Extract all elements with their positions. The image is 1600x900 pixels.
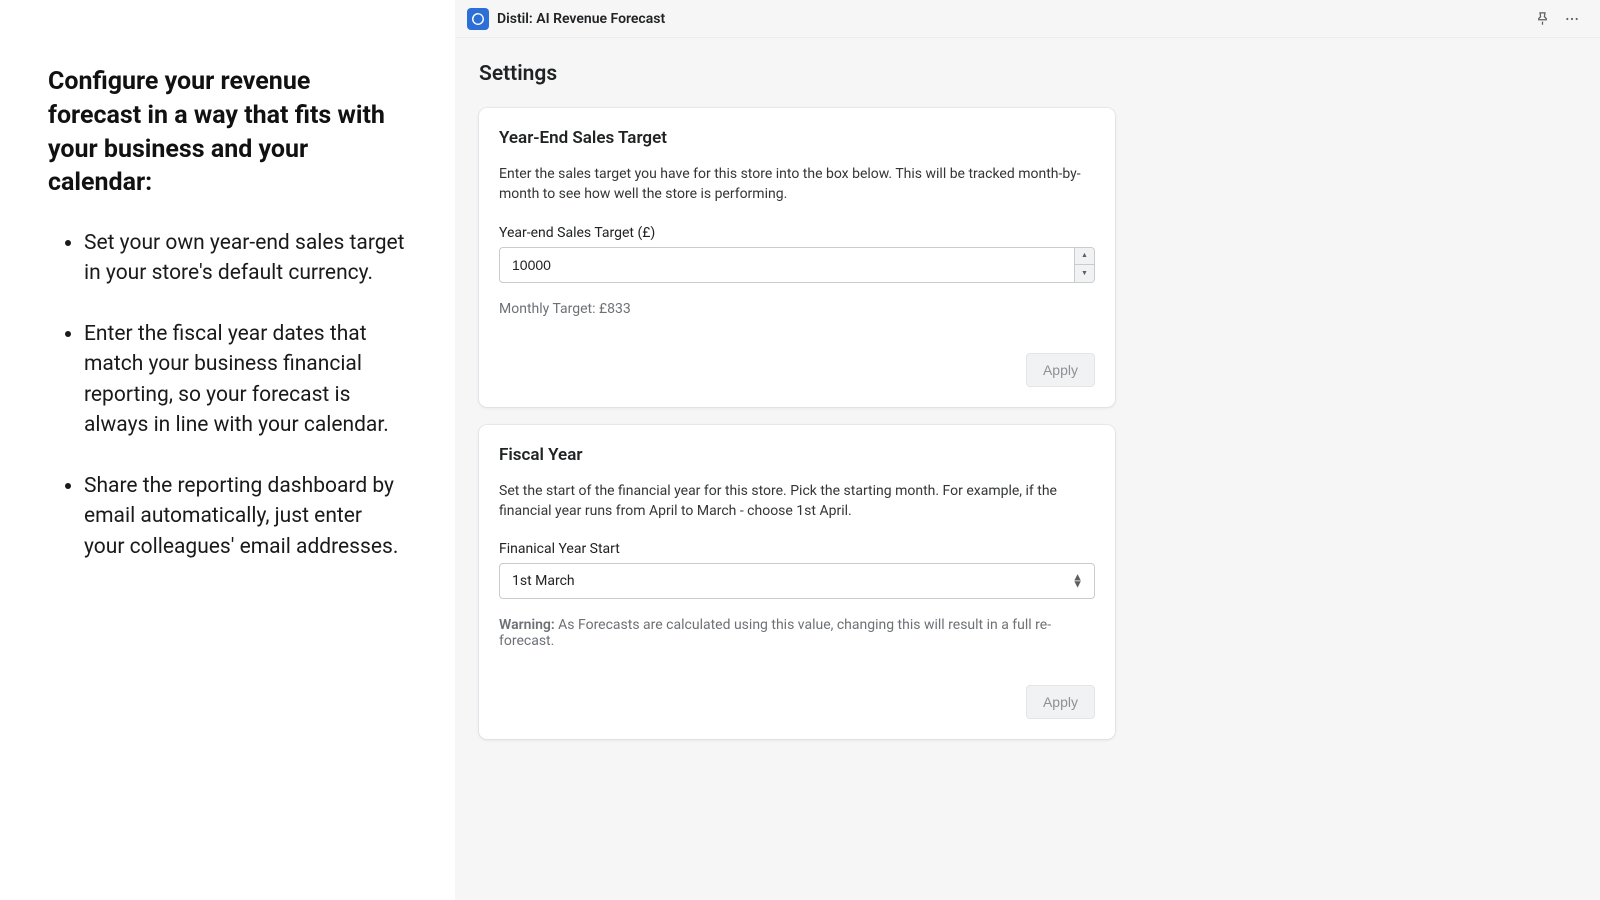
marketing-bullet: Share the reporting dashboard by email a… xyxy=(84,471,407,562)
sales-target-label: Year-end Sales Target (£) xyxy=(499,225,1095,241)
stepper-down-icon[interactable]: ▼ xyxy=(1074,265,1094,282)
app-frame: Distil: AI Revenue Forecast Settings Yea… xyxy=(455,0,1600,900)
marketing-bullet-list: Set your own year-end sales target in yo… xyxy=(48,228,407,562)
apply-button[interactable]: Apply xyxy=(1026,353,1095,387)
warning-body: As Forecasts are calculated using this v… xyxy=(499,617,1051,649)
app-title: Distil: AI Revenue Forecast xyxy=(497,11,665,27)
marketing-sidebar: Configure your revenue forecast in a way… xyxy=(0,0,455,900)
card-description: Set the start of the financial year for … xyxy=(499,481,1095,522)
more-icon[interactable] xyxy=(1564,11,1580,27)
pin-icon[interactable] xyxy=(1535,11,1550,26)
year-end-target-card: Year-End Sales Target Enter the sales ta… xyxy=(479,108,1115,407)
fiscal-warning: Warning: As Forecasts are calculated usi… xyxy=(499,617,1095,649)
marketing-bullet: Set your own year-end sales target in yo… xyxy=(84,228,407,289)
fiscal-year-select[interactable]: 1st March xyxy=(499,563,1095,599)
app-logo-icon xyxy=(467,8,489,30)
marketing-heading: Configure your revenue forecast in a way… xyxy=(48,65,407,200)
card-title: Fiscal Year xyxy=(499,445,1095,465)
card-title: Year-End Sales Target xyxy=(499,128,1095,148)
fiscal-year-card: Fiscal Year Set the start of the financi… xyxy=(479,425,1115,740)
fiscal-year-value: 1st March xyxy=(512,573,575,589)
card-description: Enter the sales target you have for this… xyxy=(499,164,1095,205)
marketing-bullet: Enter the fiscal year dates that match y… xyxy=(84,319,407,441)
app-header: Distil: AI Revenue Forecast xyxy=(455,0,1600,38)
fiscal-year-label: Finanical Year Start xyxy=(499,541,1095,557)
apply-button[interactable]: Apply xyxy=(1026,685,1095,719)
monthly-target-text: Monthly Target: £833 xyxy=(499,301,1095,317)
stepper-up-icon[interactable]: ▲ xyxy=(1074,248,1094,266)
warning-label: Warning: xyxy=(499,617,555,633)
settings-content: Settings Year-End Sales Target Enter the… xyxy=(455,38,1600,900)
sales-target-input[interactable] xyxy=(499,247,1095,283)
page-title: Settings xyxy=(479,62,1582,86)
